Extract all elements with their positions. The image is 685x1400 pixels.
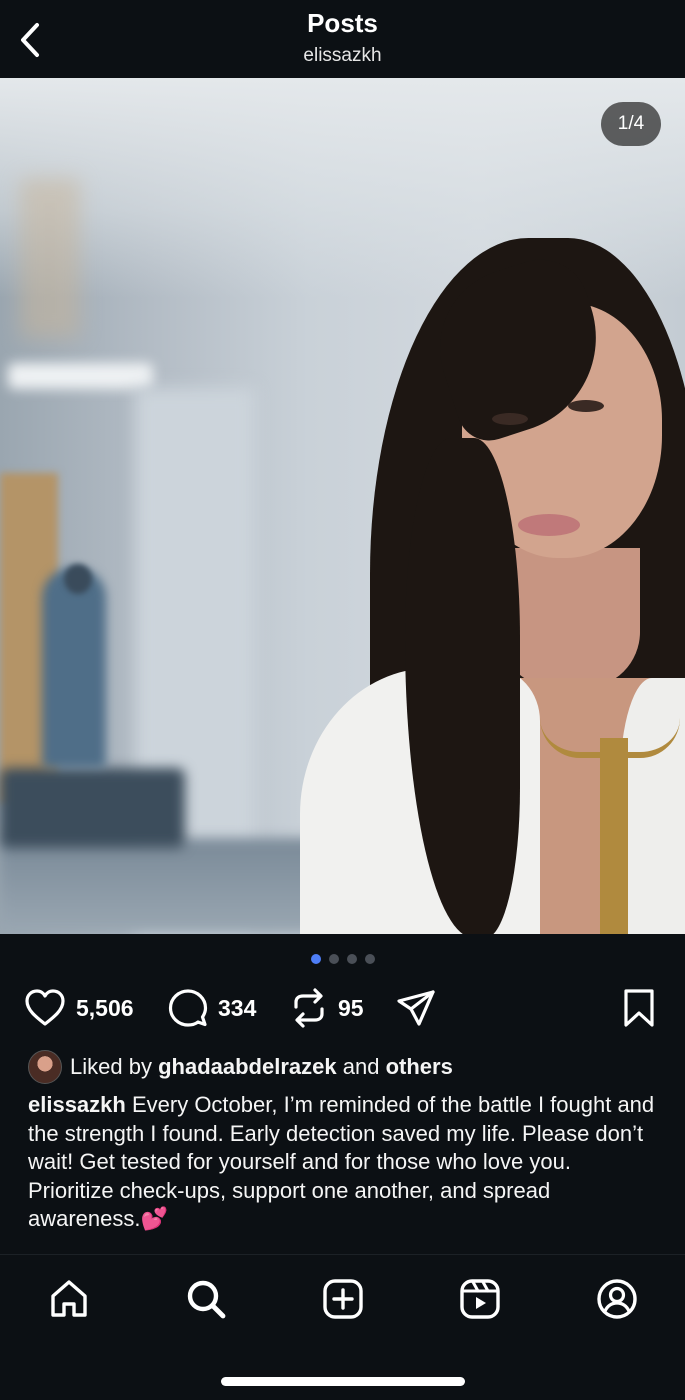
home-icon [51, 1280, 87, 1317]
home-indicator [221, 1377, 465, 1386]
page-title: Posts [307, 8, 378, 38]
carousel-indicator [0, 954, 685, 964]
media-neck [500, 548, 640, 688]
avatar[interactable] [28, 1050, 62, 1084]
media-necklace-pendant [600, 738, 628, 934]
header-username[interactable]: elissazkh [0, 45, 685, 67]
caption-emoji: 💕 [140, 1206, 168, 1231]
nav-home[interactable] [47, 1277, 91, 1321]
media-floor [0, 838, 320, 934]
carousel-dot-active [310, 954, 321, 964]
caption-username[interactable]: elissazkh [28, 1092, 126, 1117]
media-eye-left [492, 413, 528, 425]
comment-icon [168, 989, 208, 1027]
comments-count: 334 [218, 994, 257, 1021]
carousel-dot [328, 954, 339, 964]
carousel-dot [364, 954, 375, 964]
liked-by-prefix: Liked by [70, 1054, 152, 1079]
nav-reels[interactable] [458, 1277, 502, 1321]
media-hospital-bed [0, 768, 185, 848]
send-icon [397, 990, 435, 1026]
nav-create[interactable] [321, 1277, 365, 1321]
liked-by-others[interactable]: others [386, 1054, 453, 1080]
heart-icon [25, 989, 65, 1026]
post-media[interactable] [0, 78, 685, 934]
post-caption: elissazkh Every October, I’m reminded of… [28, 1091, 658, 1234]
repost-icon [294, 988, 324, 1028]
liked-by-row[interactable]: Liked by ghadaabdelrazek and others [28, 1050, 453, 1084]
media-lamp [20, 178, 80, 338]
bookmark-icon [624, 989, 654, 1027]
nav-search[interactable] [184, 1277, 228, 1321]
carousel-dot [346, 954, 357, 964]
liked-by-user[interactable]: ghadaabdelrazek [158, 1054, 337, 1080]
share-button[interactable] [396, 985, 436, 1031]
media-background-person [42, 568, 106, 768]
media-ceiling-light [8, 363, 153, 389]
like-button[interactable]: 5,506 [24, 985, 134, 1031]
reels-icon [460, 1279, 500, 1319]
profile-icon [597, 1279, 637, 1319]
reposts-count: 95 [338, 994, 364, 1021]
post-actions: 5,506 334 95 [0, 985, 685, 1031]
media-counter-badge: 1/4 [601, 102, 661, 146]
media-lips [518, 514, 580, 536]
save-button[interactable] [622, 985, 656, 1031]
likes-count[interactable]: 5,506 [76, 995, 134, 1022]
search-icon [187, 1280, 226, 1319]
repost-button[interactable]: 95 [290, 985, 364, 1031]
comment-button[interactable]: 334 [168, 985, 256, 1031]
media-background-head [64, 564, 92, 594]
liked-by-and: and [342, 1054, 380, 1079]
nav-profile[interactable] [595, 1277, 639, 1321]
top-bar: Posts elissazkh [0, 0, 685, 78]
media-eye-right [568, 400, 604, 412]
media-jacket-right [620, 678, 685, 934]
create-icon [323, 1279, 363, 1319]
